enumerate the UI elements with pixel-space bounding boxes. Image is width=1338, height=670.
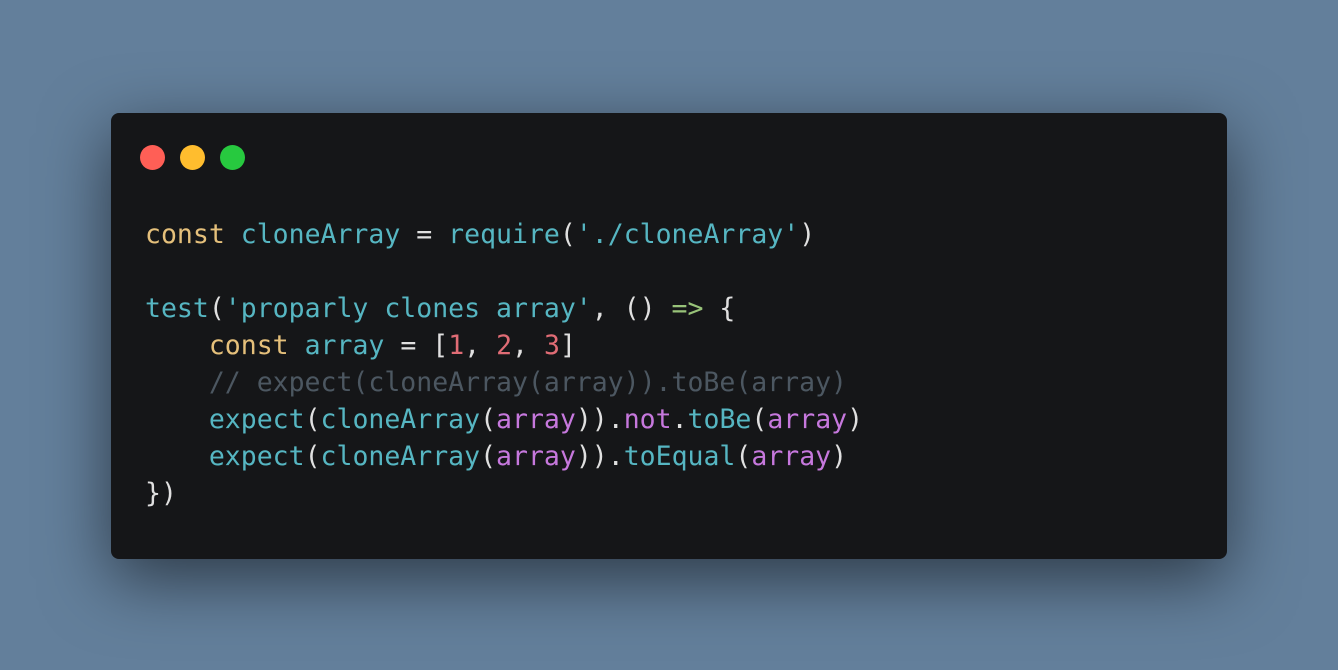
code-token: array	[304, 330, 385, 361]
code-token: )	[847, 404, 864, 435]
code-token: cloneArray	[320, 404, 481, 435]
code-line: expect(cloneArray(array)).not.toBe(array…	[145, 401, 863, 438]
code-token: 'proparly clones array'	[224, 293, 592, 324]
code-token: './cloneArray'	[575, 219, 800, 250]
code-token: const	[145, 219, 225, 250]
code-window: const cloneArray = require('./cloneArray…	[111, 113, 1227, 559]
code-token: (	[751, 404, 768, 435]
code-line: // expect(cloneArray(array)).toBe(array)	[145, 364, 863, 401]
code-line: const cloneArray = require('./cloneArray…	[145, 216, 863, 253]
code-token: , ()	[591, 293, 672, 324]
code-token: not	[623, 404, 672, 435]
code-token: cloneArray	[240, 219, 401, 250]
code-token: 2	[496, 330, 513, 361]
code-token: array	[751, 441, 832, 472]
window-controls	[140, 145, 245, 170]
code-line: const array = [1, 2, 3]	[145, 327, 863, 364]
code-block: const cloneArray = require('./cloneArray…	[145, 216, 863, 512]
code-token: {	[703, 293, 736, 324]
code-token: )).	[575, 404, 624, 435]
maximize-button[interactable]	[220, 145, 245, 170]
code-token: array	[767, 404, 848, 435]
code-token: (	[304, 404, 321, 435]
code-token: expect	[208, 441, 305, 472]
code-token: (	[559, 219, 576, 250]
code-token: )	[831, 441, 848, 472]
code-token: )	[799, 219, 816, 250]
code-token: =>	[671, 293, 704, 324]
code-token: const	[208, 330, 289, 361]
code-token: = [	[384, 330, 449, 361]
code-token: =	[400, 219, 449, 250]
code-token: 3	[543, 330, 560, 361]
code-token: (	[480, 404, 497, 435]
code-token: (	[208, 293, 225, 324]
code-token: toBe	[687, 404, 752, 435]
code-line: })	[145, 475, 863, 512]
code-token: ,	[512, 330, 544, 361]
close-button[interactable]	[140, 145, 165, 170]
code-token: array	[496, 441, 576, 472]
code-token: ]	[559, 330, 576, 361]
code-token: )).	[575, 441, 624, 472]
code-token: (	[480, 441, 497, 472]
code-token: require	[448, 219, 560, 250]
code-token: // expect(cloneArray(array)).toBe(array)	[208, 367, 848, 398]
code-token: })	[145, 478, 177, 509]
minimize-button[interactable]	[180, 145, 205, 170]
code-token: test	[145, 293, 209, 324]
code-token: ,	[464, 330, 497, 361]
code-token: array	[496, 404, 576, 435]
code-line: expect(cloneArray(array)).toEqual(array)	[145, 438, 863, 475]
code-token: .	[671, 404, 688, 435]
code-line: test('proparly clones array', () => {	[145, 290, 863, 327]
code-token: (	[304, 441, 321, 472]
code-token: expect	[208, 404, 305, 435]
code-token: toEqual	[623, 441, 736, 472]
code-token: 1	[448, 330, 465, 361]
code-token: (	[735, 441, 752, 472]
code-token: cloneArray	[320, 441, 481, 472]
